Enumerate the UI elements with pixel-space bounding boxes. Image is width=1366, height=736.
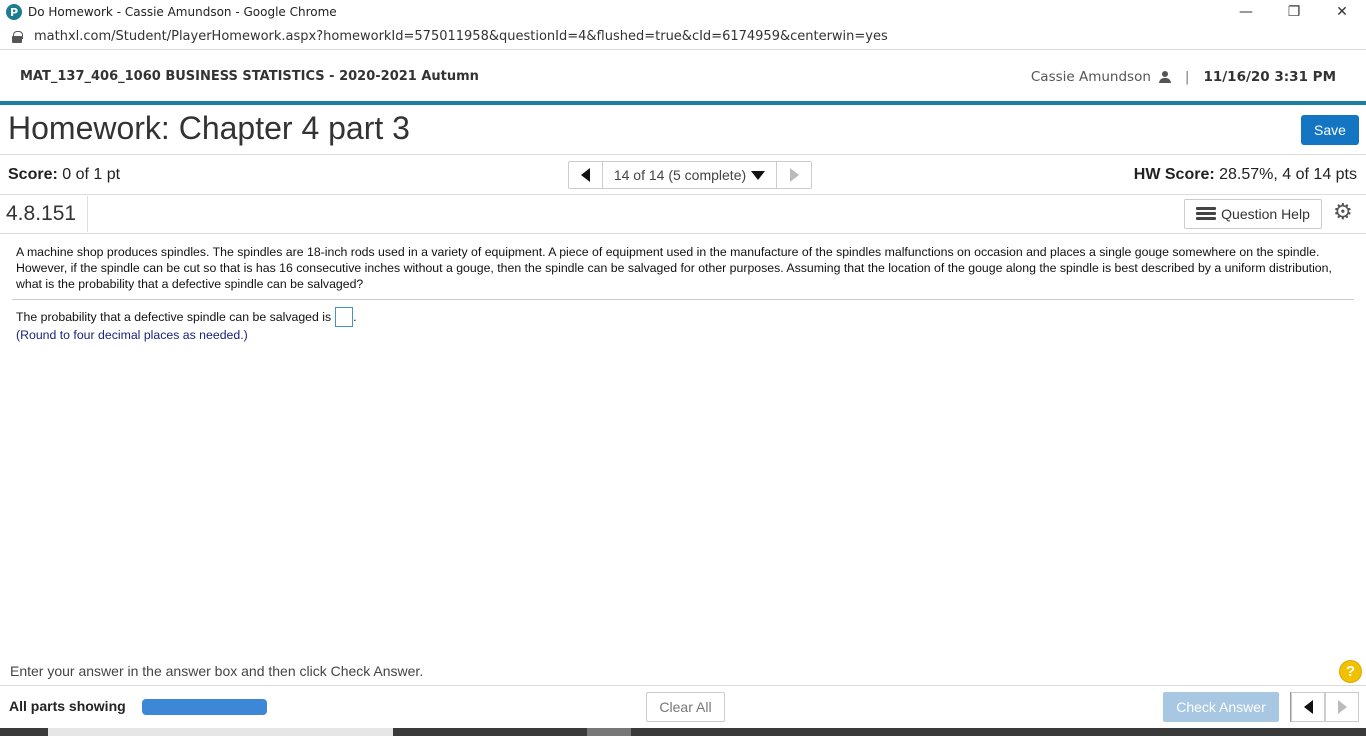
course-header: MAT_137_406_1060 BUSINESS STATISTICS - 2…: [0, 51, 1366, 102]
answer-prompt: The probability that a defective spindle…: [16, 310, 332, 324]
current-datetime: 11/16/20 3:31 PM: [1203, 68, 1336, 85]
check-answer-button[interactable]: Check Answer: [1163, 692, 1279, 722]
bottom-question-nav: [1290, 692, 1360, 722]
hw-score-label: HW Score:: [1133, 166, 1215, 183]
hw-score: HW Score: 28.57%, 4 of 14 pts: [1134, 166, 1357, 184]
divider: [0, 233, 1366, 234]
right-arrow-icon: [1337, 700, 1347, 714]
taskbar-search[interactable]: [48, 728, 393, 736]
user-name: Cassie Amundson: [1030, 68, 1151, 85]
question-list-dropdown[interactable]: 14 of 14 (5 complete): [603, 162, 777, 188]
clear-all-button[interactable]: Clear All: [646, 692, 725, 722]
question-help-button[interactable]: Question Help: [1184, 199, 1322, 229]
score-label: Score:: [8, 166, 58, 183]
window-title: Do Homework - Cassie Amundson - Google C…: [28, 5, 337, 19]
answer-line: The probability that a defective spindle…: [16, 307, 357, 327]
divider: [0, 154, 1366, 155]
save-button[interactable]: Save: [1301, 115, 1359, 145]
os-taskbar: [0, 728, 1366, 736]
header-accent-rule: [0, 101, 1366, 105]
left-arrow-icon: [1303, 700, 1313, 714]
user-icon: [1158, 70, 1171, 83]
answer-suffix: .: [353, 310, 357, 324]
close-window-button[interactable]: ✕: [1318, 0, 1366, 24]
rounding-instruction: (Round to four decimal places as needed.…: [16, 328, 248, 342]
browser-titlebar: P Do Homework - Cassie Amundson - Google…: [0, 0, 1366, 24]
address-bar[interactable]: mathxl.com/Student/PlayerHomework.aspx?h…: [0, 24, 1366, 50]
minimize-button[interactable]: —: [1222, 0, 1270, 24]
course-name[interactable]: MAT_137_406_1060 BUSINESS STATISTICS - 2…: [20, 69, 479, 84]
previous-question-button[interactable]: [569, 162, 603, 188]
part-divider: [12, 299, 1354, 300]
homework-title: Homework: Chapter 4 part 3: [8, 110, 410, 146]
footer-instructions: Enter your answer in the answer box and …: [10, 663, 424, 679]
question-navigator: 14 of 14 (5 complete): [568, 161, 812, 189]
restore-button[interactable]: ❐: [1270, 0, 1318, 24]
score-value: 0 of 1 pt: [62, 166, 121, 183]
lock-icon: [12, 30, 23, 43]
help-icon[interactable]: ?: [1339, 660, 1362, 683]
list-icon: [1196, 207, 1217, 221]
hw-score-value: 28.57%, 4 of 14 pts: [1219, 166, 1357, 183]
user-area: Cassie Amundson | 11/16/20 3:31 PM: [1031, 51, 1336, 102]
url-text[interactable]: mathxl.com/Student/PlayerHomework.aspx?h…: [34, 29, 888, 44]
bottom-next-button[interactable]: [1325, 692, 1359, 722]
dropdown-arrow-icon: [751, 170, 766, 180]
answer-input[interactable]: [335, 307, 354, 327]
right-arrow-icon: [789, 168, 799, 182]
question-position: 14 of 14 (5 complete): [613, 167, 747, 183]
window-controls: — ❐ ✕: [1222, 0, 1366, 24]
question-text: A machine shop produces spindles. The sp…: [16, 245, 1332, 292]
divider: [0, 194, 1366, 195]
parts-showing-label: All parts showing: [9, 698, 126, 714]
parts-progress-bar: [142, 699, 267, 715]
bottom-previous-button[interactable]: [1291, 692, 1325, 722]
question-help-label: Question Help: [1221, 206, 1310, 222]
left-arrow-icon: [581, 168, 590, 182]
score: Score: 0 of 1 pt: [8, 166, 120, 184]
taskbar-app[interactable]: [587, 728, 631, 736]
mathxl-favicon-icon: P: [6, 4, 22, 20]
next-question-button[interactable]: [777, 162, 811, 188]
header-separator: |: [1184, 68, 1190, 85]
gear-icon[interactable]: ⚙: [1333, 202, 1355, 224]
question-number: 4.8.151: [0, 196, 88, 232]
